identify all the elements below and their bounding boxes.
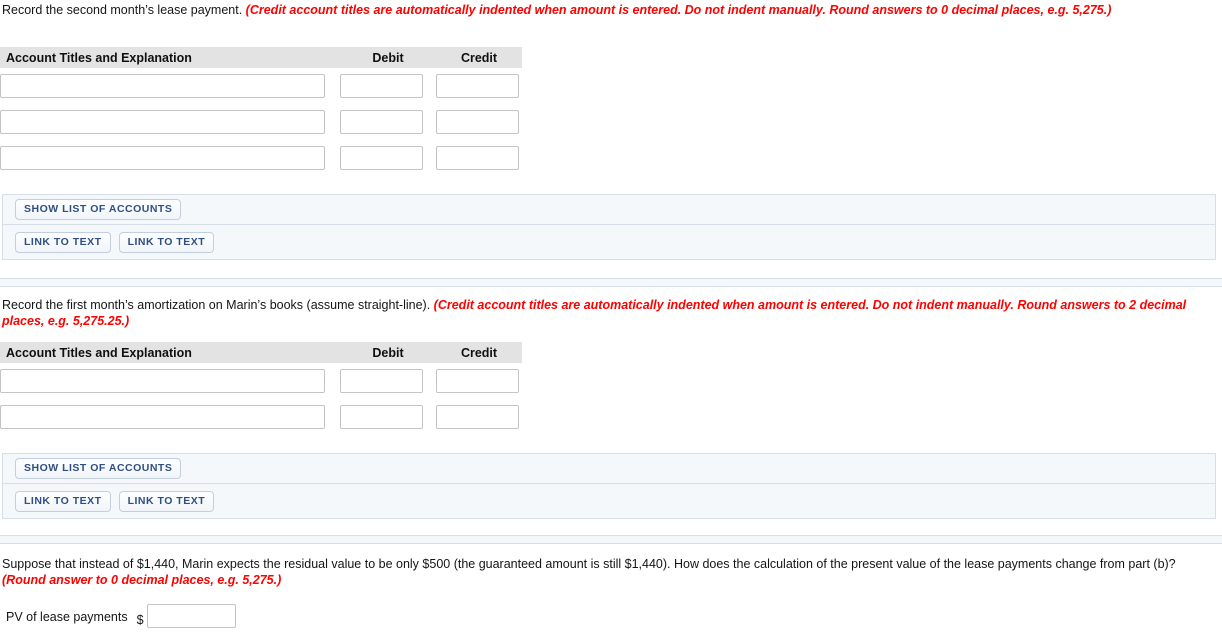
table-row [0, 399, 522, 435]
cell-credit [436, 363, 522, 399]
instruction-text: Record the second month’s lease payment.… [0, 2, 1222, 18]
cell-account [0, 140, 340, 176]
instruction-hint: (Credit account titles are automatically… [245, 3, 1112, 17]
final-question-text: Suppose that instead of $1,440, Marin ex… [0, 556, 1222, 588]
table-row [0, 68, 522, 104]
cell-credit [436, 104, 522, 140]
link-to-text-button-2[interactable]: LINK TO TEXT [118, 491, 215, 512]
table-header-row: Account Titles and Explanation Debit Cre… [0, 47, 522, 68]
account-title-input[interactable] [0, 146, 325, 170]
final-question-prompt: Suppose that instead of $1,440, Marin ex… [2, 557, 1176, 571]
cell-credit [436, 399, 522, 435]
link-to-text-button-1[interactable]: LINK TO TEXT [15, 232, 111, 253]
table-row [0, 140, 522, 176]
cell-credit [436, 68, 522, 104]
debit-amount-input[interactable] [340, 110, 423, 134]
cell-debit [340, 363, 436, 399]
currency-symbol: $ [136, 613, 144, 627]
account-title-input[interactable] [0, 369, 325, 393]
pv-of-lease-payments-input[interactable] [146, 604, 236, 628]
account-title-input[interactable] [0, 405, 325, 429]
account-title-input[interactable] [0, 110, 325, 134]
credit-amount-input[interactable] [436, 146, 519, 170]
show-accounts-panel: SHOW LIST OF ACCOUNTS [2, 453, 1216, 484]
cell-credit [436, 140, 522, 176]
show-list-of-accounts-button[interactable]: SHOW LIST OF ACCOUNTS [15, 458, 182, 479]
column-header-account: Account Titles and Explanation [0, 342, 340, 363]
table-row [0, 104, 522, 140]
column-header-credit: Credit [436, 342, 522, 363]
link-to-text-panel: LINK TO TEXT LINK TO TEXT [2, 225, 1216, 260]
cell-account [0, 68, 340, 104]
debit-amount-input[interactable] [340, 74, 423, 98]
credit-amount-input[interactable] [436, 369, 519, 393]
credit-amount-input[interactable] [436, 110, 519, 134]
table-row [0, 363, 522, 399]
section-divider [0, 535, 1222, 544]
instruction-text: Record the first month’s amortization on… [0, 297, 1222, 329]
debit-amount-input[interactable] [340, 146, 423, 170]
credit-amount-input[interactable] [436, 74, 519, 98]
credit-amount-input[interactable] [436, 405, 519, 429]
cell-account [0, 104, 340, 140]
pv-of-lease-payments-label: PV of lease payments [6, 610, 128, 624]
cell-debit [340, 104, 436, 140]
link-button-group: LINK TO TEXT LINK TO TEXT [15, 486, 215, 512]
column-header-credit: Credit [436, 47, 522, 68]
section-divider [0, 278, 1222, 287]
column-header-debit: Debit [340, 342, 436, 363]
cell-debit [340, 399, 436, 435]
show-accounts-panel: SHOW LIST OF ACCOUNTS [2, 194, 1216, 225]
pv-of-lease-payments-row: PV of lease payments $ [0, 604, 236, 628]
link-to-text-button-2[interactable]: LINK TO TEXT [118, 232, 215, 253]
column-header-debit: Debit [340, 47, 436, 68]
show-list-of-accounts-button[interactable]: SHOW LIST OF ACCOUNTS [15, 199, 182, 220]
debit-amount-input[interactable] [340, 369, 423, 393]
debit-amount-input[interactable] [340, 405, 423, 429]
cell-debit [340, 140, 436, 176]
journal-entry-table: Account Titles and Explanation Debit Cre… [0, 342, 522, 435]
instruction-prompt: Record the second month’s lease payment. [2, 3, 246, 17]
account-title-input[interactable] [0, 74, 325, 98]
column-header-account: Account Titles and Explanation [0, 47, 340, 68]
cell-account [0, 399, 340, 435]
link-to-text-button-1[interactable]: LINK TO TEXT [15, 491, 111, 512]
link-to-text-panel: LINK TO TEXT LINK TO TEXT [2, 484, 1216, 519]
journal-entry-table: Account Titles and Explanation Debit Cre… [0, 47, 522, 176]
final-question-hint: (Round answer to 0 decimal places, e.g. … [2, 573, 282, 587]
cell-account [0, 363, 340, 399]
cell-debit [340, 68, 436, 104]
link-button-group: LINK TO TEXT LINK TO TEXT [15, 227, 215, 253]
instruction-prompt: Record the first month’s amortization on… [2, 298, 434, 312]
table-header-row: Account Titles and Explanation Debit Cre… [0, 342, 522, 363]
